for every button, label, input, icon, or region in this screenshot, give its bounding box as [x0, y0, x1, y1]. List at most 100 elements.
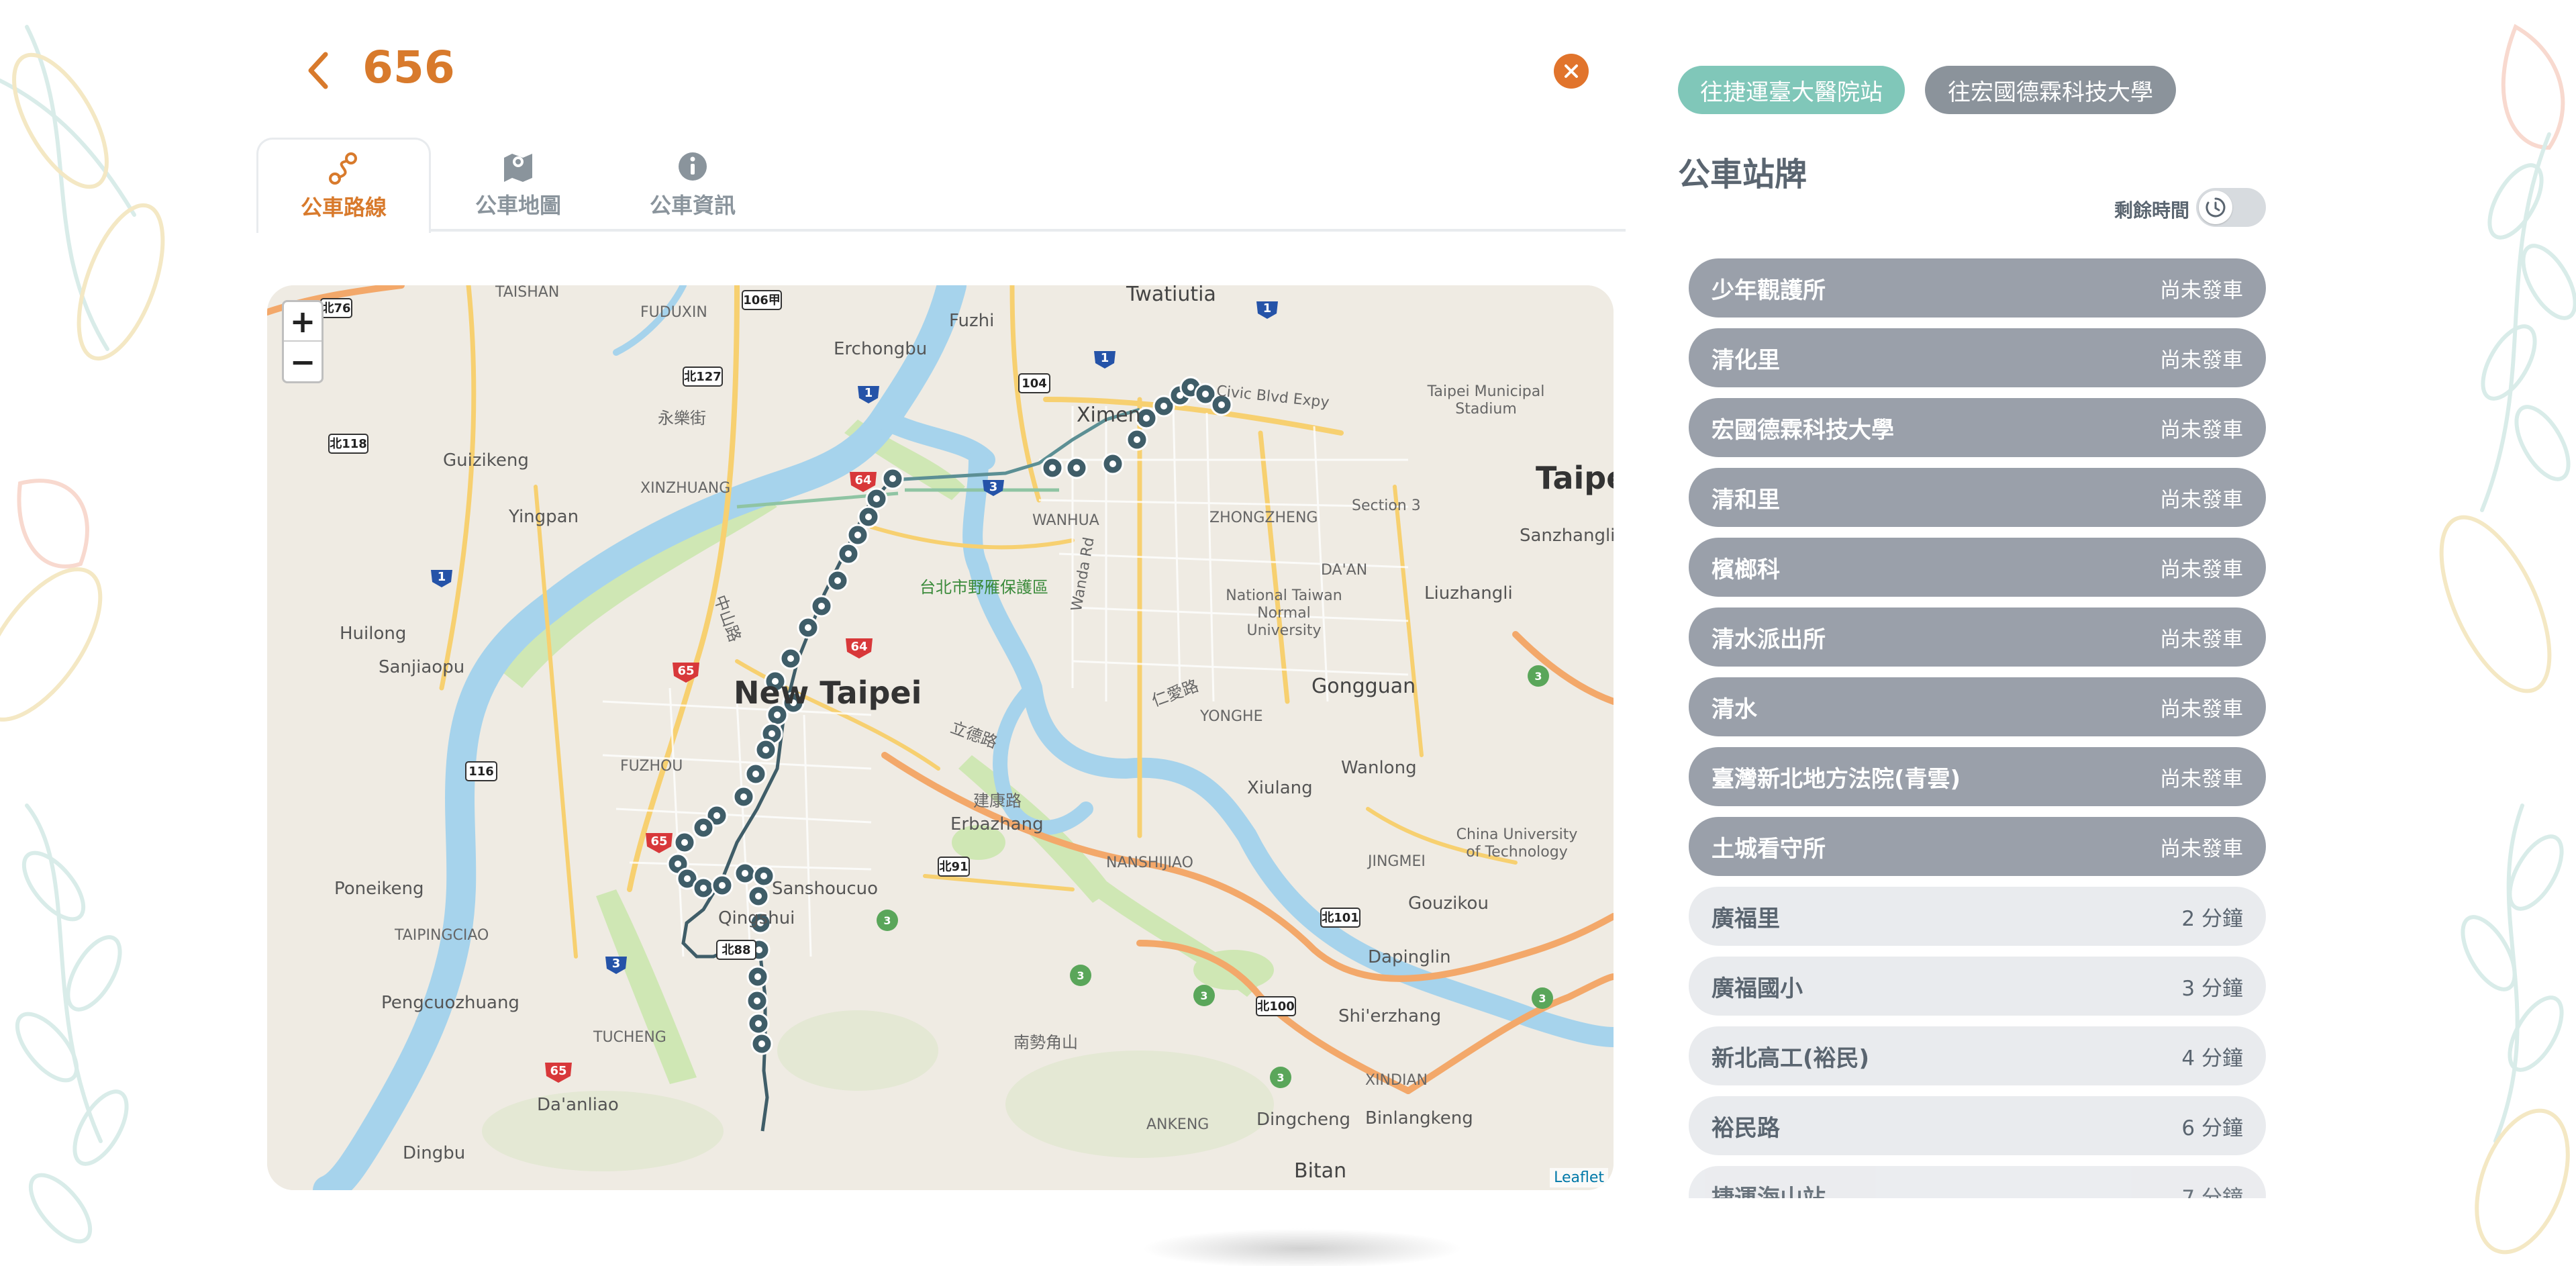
stop-status: 尚未發車: [2160, 278, 2243, 303]
stop-row[interactable]: 清化里 尚未發車: [1689, 328, 2266, 387]
map-tiles: 北76 106甲 北127 北118 104 116 北91 北88 北101 …: [267, 285, 1614, 1190]
stop-row[interactable]: 廣福里 2 分鐘: [1689, 887, 2266, 946]
svg-text:1: 1: [1263, 301, 1272, 315]
direction-button-b[interactable]: 往宏國德霖科技大學: [1925, 66, 2176, 114]
svg-text:106甲: 106甲: [743, 293, 781, 307]
svg-text:3: 3: [1277, 1071, 1284, 1084]
svg-text:64: 64: [850, 640, 867, 654]
stop-status: 尚未發車: [2160, 767, 2243, 791]
zoom-out-button[interactable]: −: [284, 342, 321, 381]
route-number: 656: [362, 42, 455, 93]
map-icon: [501, 150, 535, 183]
svg-text:北76: 北76: [321, 301, 350, 315]
remaining-time-label: 剩餘時間: [2114, 199, 2190, 222]
toggle-knob: [2199, 191, 2232, 224]
stop-eta: 7 分鐘: [2181, 1185, 2243, 1199]
direction-button-a[interactable]: 往捷運臺大醫院站: [1678, 66, 1905, 114]
svg-text:65: 65: [677, 664, 694, 678]
stop-status: 尚未發車: [2160, 557, 2243, 582]
svg-text:北127: 北127: [684, 370, 722, 384]
close-icon: [1565, 64, 1578, 78]
bottom-shadow: [1141, 1228, 1463, 1266]
stop-name: 少年觀護所: [1712, 277, 1826, 304]
stop-name: 清水: [1712, 695, 1757, 723]
svg-text:104: 104: [1022, 377, 1047, 391]
stop-row[interactable]: 清和里 尚未發車: [1689, 468, 2266, 527]
remaining-time-toggle[interactable]: [2196, 188, 2266, 227]
svg-text:3: 3: [989, 480, 998, 494]
stop-row[interactable]: 捷運海山站 7 分鐘: [1689, 1166, 2266, 1198]
stop-name: 廣福國小: [1712, 975, 1803, 1002]
svg-text:北100: 北100: [1257, 1000, 1295, 1014]
stop-name: 清和里: [1712, 486, 1780, 514]
stop-row[interactable]: 清水 尚未發車: [1689, 677, 2266, 736]
route-map[interactable]: 北76 106甲 北127 北118 104 116 北91 北88 北101 …: [267, 285, 1614, 1190]
stop-name: 捷運海山站: [1712, 1184, 1826, 1199]
svg-text:1: 1: [438, 570, 446, 584]
stop-name: 裕民路: [1712, 1114, 1780, 1142]
tab-bus-map[interactable]: 公車地圖: [431, 138, 605, 232]
svg-text:北88: 北88: [722, 943, 750, 957]
svg-text:3: 3: [612, 957, 621, 971]
svg-text:3: 3: [1538, 992, 1546, 1005]
stop-eta: 4 分鐘: [2181, 1046, 2243, 1071]
tab-label: 公車地圖: [475, 193, 561, 218]
stop-row[interactable]: 清水派出所 尚未發車: [1689, 607, 2266, 667]
stop-name: 臺灣新北地方法院(青雲): [1712, 765, 1961, 793]
stop-name: 土城看守所: [1712, 835, 1826, 863]
svg-text:3: 3: [1077, 969, 1084, 982]
stop-row[interactable]: 新北高工(裕民) 4 分鐘: [1689, 1026, 2266, 1085]
stop-row[interactable]: 臺灣新北地方法院(青雲) 尚未發車: [1689, 747, 2266, 806]
svg-text:116: 116: [468, 765, 494, 779]
zoom-control: + −: [282, 300, 324, 383]
svg-text:3: 3: [1200, 989, 1207, 1002]
stop-row[interactable]: 少年觀護所 尚未發車: [1689, 258, 2266, 318]
stop-row[interactable]: 土城看守所 尚未發車: [1689, 817, 2266, 876]
stop-status: 尚未發車: [2160, 836, 2243, 861]
decorative-foliage-left: [0, 25, 165, 1244]
zoom-in-button[interactable]: +: [284, 302, 321, 342]
stop-name: 清水派出所: [1712, 626, 1826, 653]
svg-text:64: 64: [854, 473, 871, 487]
stop-row[interactable]: 裕民路 6 分鐘: [1689, 1096, 2266, 1155]
back-button[interactable]: [295, 47, 342, 94]
stop-name: 檳榔科: [1712, 556, 1780, 583]
tab-bar: 公車路線 公車地圖 公車資訊: [256, 138, 1626, 233]
stop-eta: 2 分鐘: [2181, 906, 2243, 931]
svg-text:北118: 北118: [330, 437, 367, 451]
decorative-foliage-right: [2439, 23, 2576, 1255]
stop-name: 清化里: [1712, 346, 1780, 374]
chevron-left-icon: [308, 52, 328, 89]
stop-status: 尚未發車: [2160, 348, 2243, 373]
map-attribution[interactable]: Leaflet: [1550, 1168, 1608, 1187]
svg-text:3: 3: [1534, 670, 1542, 683]
stop-eta: 3 分鐘: [2181, 976, 2243, 1001]
close-button[interactable]: [1554, 54, 1589, 89]
svg-text:1: 1: [1101, 351, 1109, 365]
tab-label: 公車路線: [300, 194, 387, 220]
svg-text:北101: 北101: [1322, 911, 1359, 925]
stop-status: 尚未發車: [2160, 418, 2243, 442]
stop-status: 尚未發車: [2160, 697, 2243, 722]
tab-label: 公車資訊: [649, 193, 736, 218]
stop-name: 新北高工(裕民): [1712, 1044, 1870, 1072]
stop-list: 少年觀護所 尚未發車 清化里 尚未發車 宏國德霖科技大學 尚未發車 清和里 尚未…: [1689, 258, 2266, 1198]
stop-status: 尚未發車: [2160, 627, 2243, 652]
svg-text:65: 65: [550, 1064, 566, 1078]
tab-bus-route[interactable]: 公車路線: [256, 138, 431, 233]
stop-row[interactable]: 廣福國小 3 分鐘: [1689, 957, 2266, 1016]
info-icon: [676, 150, 709, 183]
stop-eta: 6 分鐘: [2181, 1116, 2243, 1140]
tab-bus-info[interactable]: 公車資訊: [605, 138, 780, 232]
stops-panel-title: 公車站牌: [1678, 156, 1807, 193]
stop-status: 尚未發車: [2160, 487, 2243, 512]
svg-text:1: 1: [864, 386, 873, 400]
svg-text:3: 3: [883, 914, 891, 927]
route-icon: [327, 152, 360, 185]
svg-text:65: 65: [650, 834, 667, 848]
stop-row[interactable]: 宏國德霖科技大學 尚未發車: [1689, 398, 2266, 457]
clock-icon: [2206, 197, 2226, 217]
stop-row[interactable]: 檳榔科 尚未發車: [1689, 538, 2266, 597]
stop-name: 廣福里: [1712, 905, 1780, 932]
svg-text:北91: 北91: [939, 860, 968, 874]
